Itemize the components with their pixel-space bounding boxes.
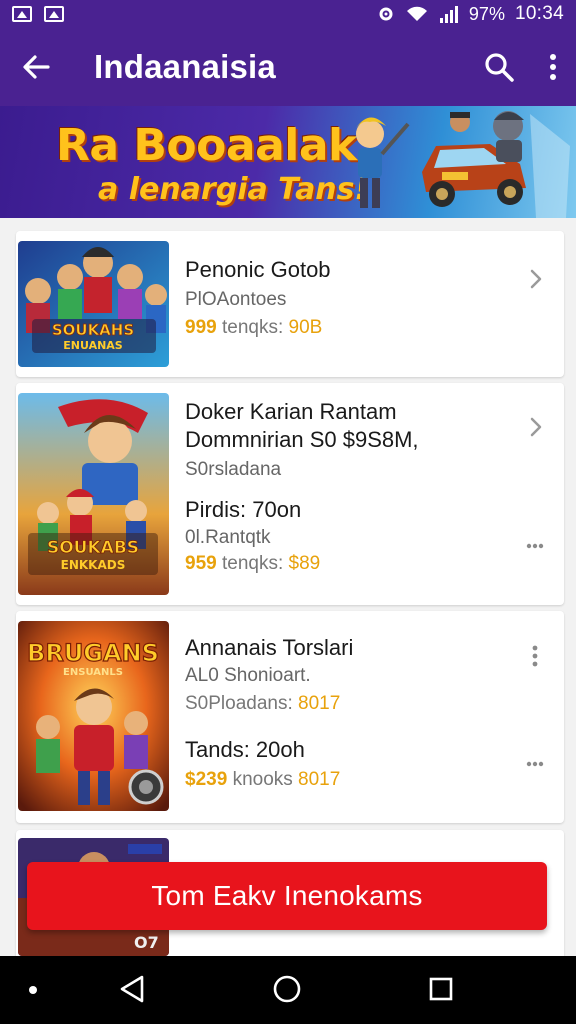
thumb-caption-2: ENUANAS <box>63 339 123 352</box>
item-price: 999 tenqks: 90B <box>185 317 331 339</box>
item-price: $239 knooks 8017 <box>185 769 353 791</box>
line-3-tail: 8017 <box>298 693 341 714</box>
app-bar: Indaanaisia <box>0 28 576 106</box>
more-horiz-icon[interactable] <box>526 761 544 767</box>
back-button[interactable] <box>18 49 54 85</box>
app-actions <box>484 52 558 82</box>
thumb-caption: SOUKAHS <box>52 321 134 339</box>
price-tail: $89 <box>288 553 321 574</box>
thumb-caption: BRUGANS <box>27 639 159 667</box>
item-line-2: AL0 Shonioart. <box>185 665 311 686</box>
settings-icon <box>379 7 393 21</box>
price-tail: 8017 <box>298 769 341 790</box>
banner-subtitle: a lenargia Tans! <box>98 172 369 207</box>
price-text: knooks <box>232 769 293 790</box>
more-horiz-icon[interactable] <box>526 543 544 549</box>
item-price: 959 tenqks: $89 <box>185 553 419 575</box>
line-3-text: S0Ploadans: <box>185 693 293 714</box>
thumb-caption-2: ENSUANLS <box>63 667 123 678</box>
list-item[interactable]: BRUGANS ENSUANLS Annanais Torslari AL0 S… <box>16 611 564 823</box>
price-amount: $239 <box>185 769 228 790</box>
item-line-3: S0Ploadans: 8017 <box>185 693 353 715</box>
item-line-4: Pirdis: 70on <box>185 497 302 522</box>
nav-recents-icon[interactable] <box>428 976 454 1002</box>
list-item[interactable]: SOUKAHS ENUANAS Penonic Gotob PlOAontoes… <box>16 231 564 377</box>
install-button[interactable]: Tom Eakv Inenokams <box>27 862 547 930</box>
status-bar: 97% 10:34 <box>0 0 576 28</box>
item-line-3: S0rsladana <box>185 459 282 480</box>
price-text: tenqks: <box>221 553 284 574</box>
item-line-5: 0l.Rantqtk <box>185 527 271 548</box>
banner-artwork <box>356 111 570 218</box>
banner-title: Ra Booaalak <box>56 120 357 171</box>
more-vert-icon[interactable] <box>532 645 538 667</box>
thumb-caption: SOUKABS <box>47 538 139 558</box>
price-tail: 90B <box>288 317 323 338</box>
search-icon <box>485 53 514 82</box>
app-screen: 97% 10:34 Indaanaisia Ra Booaalak a lena… <box>0 0 576 1024</box>
list-item[interactable]: SOUKABS ENKKADS Doker Karian Rantam Domm… <box>16 383 564 605</box>
nav-home-icon[interactable] <box>272 974 302 1004</box>
clock: 10:34 <box>514 3 564 24</box>
game-thumbnail: SOUKAHS ENUANAS <box>18 241 169 367</box>
status-left <box>12 6 64 22</box>
overflow-menu-button[interactable] <box>548 52 558 82</box>
page-title: Indaanaisia <box>94 48 276 85</box>
signal-icon <box>439 6 458 23</box>
item-details: Annanais Torslari AL0 Shonioart. S0Pload… <box>185 635 353 791</box>
price-text: tenqks: <box>221 317 284 338</box>
search-button[interactable] <box>484 52 514 82</box>
thumb-caption-2: ENKKADS <box>61 558 126 572</box>
item-title: Penonic Gotob <box>185 257 331 282</box>
promo-banner[interactable]: Ra Booaalak a lenargia Tans! <box>0 106 576 218</box>
wifi-icon <box>406 6 427 21</box>
thumb-caption: O7 <box>134 933 159 952</box>
nav-dot-icon <box>29 986 37 994</box>
back-arrow-icon <box>23 55 50 79</box>
price-amount: 959 <box>185 553 217 574</box>
item-title: Doker Karian Rantam <box>185 399 397 424</box>
item-line-4: Tands: 20oh <box>185 737 305 762</box>
system-nav-bar <box>0 956 576 1024</box>
more-vert-icon <box>550 54 556 80</box>
chevron-right-icon[interactable] <box>526 269 546 289</box>
item-line-2: Dommnirian S0 $9S8M, <box>185 427 419 452</box>
item-title: Annanais Torslari <box>185 635 354 660</box>
nav-back-icon[interactable] <box>118 974 146 1004</box>
item-details: Doker Karian Rantam Dommnirian S0 $9S8M,… <box>185 399 419 575</box>
price-amount: 999 <box>185 317 217 338</box>
item-subtitle: PlOAontoes <box>185 289 287 310</box>
chevron-right-icon[interactable] <box>526 417 546 437</box>
image-icon <box>12 6 32 22</box>
status-right: 97% 10:34 <box>377 3 564 25</box>
gallery-icon <box>44 6 64 22</box>
battery-text: 97% <box>468 3 505 24</box>
game-thumbnail: SOUKABS ENKKADS <box>18 393 169 595</box>
game-thumbnail: BRUGANS ENSUANLS <box>18 621 169 811</box>
item-details: Penonic Gotob PlOAontoes 999 tenqks: 90B <box>185 257 331 339</box>
